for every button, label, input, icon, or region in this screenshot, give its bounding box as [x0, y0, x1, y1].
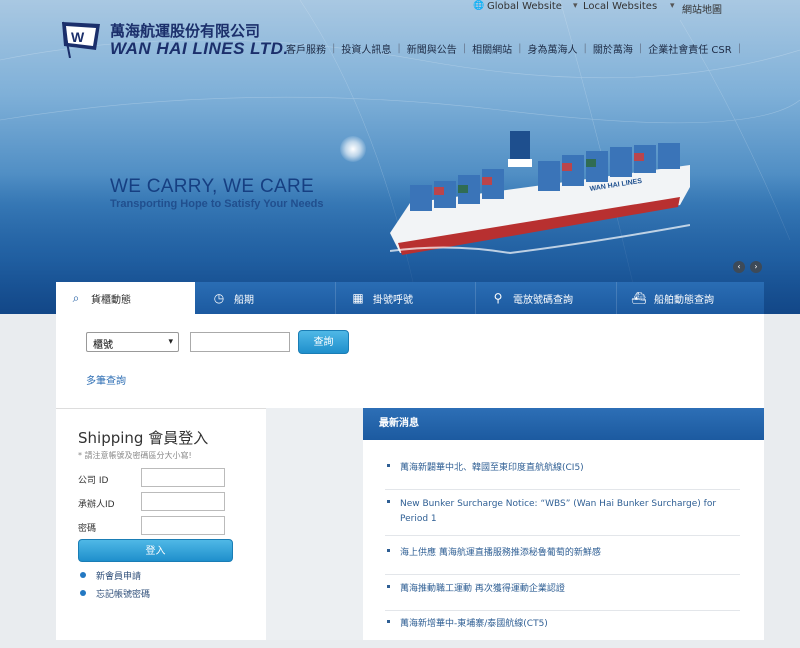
nav-item-careers[interactable]: 身為萬海人 — [522, 41, 584, 56]
user-id-field[interactable] — [141, 492, 225, 511]
search-type-select[interactable]: 櫃號 ▾ — [86, 332, 179, 352]
bullet-icon — [387, 500, 390, 503]
magnifier-icon: ⚲ — [493, 291, 503, 305]
nav-item-csr[interactable]: 企業社會責任 CSR — [642, 41, 737, 56]
news-item[interactable]: 萬海新增華中-東埔寨/泰國航線(CT5) — [385, 614, 740, 640]
password-label: 密碼 — [78, 524, 97, 534]
member-login-panel: Shipping 會員登入 * 請注意帳號及密碼區分大小寫! 公司 ID 承辦人… — [56, 408, 266, 640]
page-bottom-strip — [0, 640, 800, 648]
tab-vessel-tracking[interactable]: ⛴ 船舶動態查詢 — [617, 282, 764, 314]
bullet-icon — [80, 590, 86, 596]
news-item-text: 海上供應 萬海航運直播服務推添秘魯葡萄的新鮮感 — [400, 548, 601, 558]
nav-item-about[interactable]: 關於萬海 — [587, 41, 639, 56]
bullet-icon — [387, 585, 390, 588]
user-id-label: 承辦人ID — [78, 500, 115, 510]
login-case-note: * 請注意帳號及密碼區分大小寫! — [78, 451, 192, 460]
tracking-tabs: ⌕ 貨櫃動態 ◷ 船期 ▦ 掛號呼號 ⚲ 電放號碼查詢 ⛴ 船舶動態查詢 — [56, 282, 764, 314]
tab-label: 電放號碼查詢 — [513, 294, 573, 306]
tab-container-tracking[interactable]: ⌕ 貨櫃動態 — [56, 282, 195, 314]
bullet-icon — [387, 549, 390, 552]
tab-call-sign[interactable]: ▦ 掛號呼號 — [336, 282, 476, 314]
container-ship-image: WAN HAI LINES — [390, 131, 690, 255]
news-item[interactable]: New Bunker Surcharge Notice: “WBS” (Wan … — [385, 494, 740, 536]
clock-icon: ◷ — [213, 291, 225, 305]
tab-schedule[interactable]: ◷ 船期 — [195, 282, 336, 314]
grid-icon: ▦ — [352, 291, 364, 305]
slide-prev-button[interactable]: ‹ — [733, 261, 745, 273]
login-title: Shipping 會員登入 — [78, 429, 209, 447]
tracking-search-panel: 櫃號 ▾ 查詢 多筆查詢 — [56, 314, 764, 408]
wanhai-flag-icon: W — [62, 21, 100, 58]
globe-icon: 🌐 — [473, 1, 485, 11]
container-number-input[interactable] — [190, 332, 290, 352]
news-item-text: 萬海新增華中-東埔寨/泰國航線(CT5) — [400, 619, 548, 629]
spacer-panel — [266, 408, 363, 640]
container-search-icon: ⌕ — [72, 291, 80, 305]
nav-separator: | — [737, 42, 742, 54]
hero-tagline: WE CARRY, WE CARE — [110, 176, 314, 197]
hero-subtagline: Transporting Hope to Satisfy Your Needs — [110, 198, 324, 210]
nav-item-news[interactable]: 新聞與公告 — [401, 41, 463, 56]
caret-down-icon: ▾ — [573, 1, 578, 11]
slide-next-button[interactable]: › — [750, 261, 762, 273]
login-button[interactable]: 登入 — [78, 539, 233, 562]
tab-label: 貨櫃動態 — [91, 294, 131, 306]
svg-text:W: W — [71, 29, 85, 45]
tab-label: 船舶動態查詢 — [654, 294, 714, 306]
nav-item-customer-service[interactable]: 客戶服務 — [280, 41, 332, 56]
search-type-value: 櫃號 — [93, 340, 113, 351]
tab-label: 船期 — [234, 294, 254, 306]
company-id-field[interactable] — [141, 468, 225, 487]
main-nav: 客戶服務 | 投資人訊息 | 新聞與公告 | 相關網站 | 身為萬海人 | 關於萬海 | 企… — [280, 40, 741, 56]
news-item[interactable]: 萬海新闢華中北、韓國至東印度直航航線(CI5) — [385, 458, 740, 490]
register-link-label: 新會員申請 — [96, 572, 142, 582]
bullet-icon — [80, 572, 86, 578]
forgot-password-link[interactable]: 忘記帳號密碼 — [80, 587, 150, 600]
latest-news-panel: 最新消息 萬海新闢華中北、韓國至東印度直航航線(CI5) New Bunker … — [363, 408, 764, 640]
chevron-down-icon: ▾ — [168, 337, 173, 347]
nav-item-related-sites[interactable]: 相關網站 — [466, 41, 518, 56]
multi-query-link[interactable]: 多筆查詢 — [86, 372, 126, 387]
ship-icon: ⛴ — [631, 291, 647, 305]
register-link[interactable]: 新會員申請 — [80, 569, 141, 582]
news-item-text: New Bunker Surcharge Notice: “WBS” (Wan … — [400, 499, 717, 524]
news-title: 最新消息 — [363, 408, 764, 440]
brand-name-cn: 萬海航運股份有限公司 — [110, 22, 261, 40]
query-button[interactable]: 查詢 — [298, 330, 349, 354]
caret-down-icon: ▾ — [670, 1, 675, 11]
sitemap-link[interactable]: 網站地圖 — [682, 1, 722, 16]
brand-logo[interactable]: W 萬海航運股份有限公司 WAN HAI LINES LTD. — [60, 18, 288, 62]
company-id-label: 公司 ID — [78, 476, 109, 486]
forgot-password-label: 忘記帳號密碼 — [96, 590, 151, 600]
tab-label: 掛號呼號 — [373, 294, 413, 306]
news-item[interactable]: 海上供應 萬海航運直播服務推添秘魯葡萄的新鮮感 — [385, 543, 740, 575]
global-website-link[interactable]: Global Website — [487, 1, 562, 12]
brand-name-en: WAN HAI LINES LTD. — [110, 39, 289, 58]
nav-item-investors[interactable]: 投資人訊息 — [335, 41, 397, 56]
bullet-icon — [387, 464, 390, 467]
news-item[interactable]: 萬海推動職工運動 再次獲得運動企業認證 — [385, 579, 740, 611]
password-field[interactable] — [141, 516, 225, 535]
bullet-icon — [387, 620, 390, 623]
local-websites-link[interactable]: Local Websites — [583, 1, 657, 12]
news-item-text: 萬海推動職工運動 再次獲得運動企業認證 — [400, 584, 565, 594]
news-item-text: 萬海新闢華中北、韓國至東印度直航航線(CI5) — [400, 463, 584, 473]
tab-release-number[interactable]: ⚲ 電放號碼查詢 — [476, 282, 617, 314]
hero-light-flare — [340, 136, 366, 162]
